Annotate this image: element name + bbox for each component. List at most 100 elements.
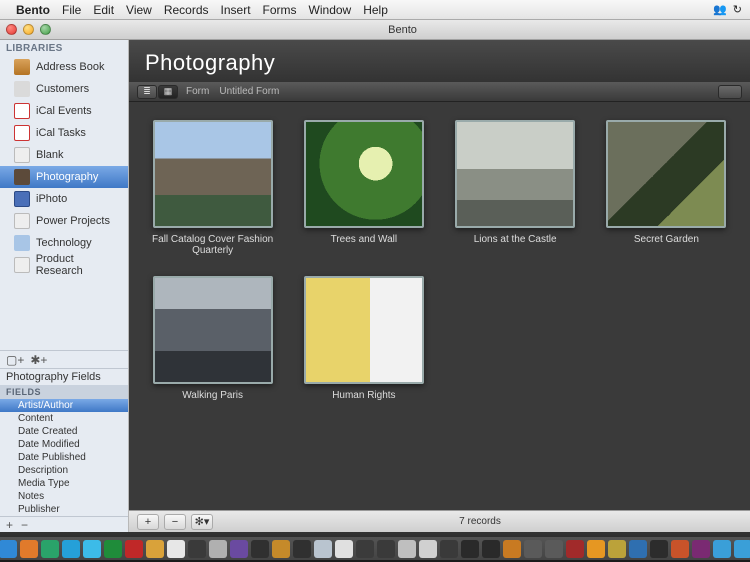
window-titlebar[interactable]: Bento — [0, 20, 750, 40]
fields-panel-title[interactable]: Photography Fields — [0, 368, 128, 385]
dock-app-icon[interactable] — [356, 540, 374, 558]
sidebar-item-iphoto[interactable]: iPhoto — [0, 188, 128, 210]
record-gallery[interactable]: Fall Catalog Cover Fashion QuarterlyTree… — [129, 102, 750, 510]
form-view-button[interactable]: ▦ — [158, 85, 178, 99]
dock-app-icon[interactable] — [524, 540, 542, 558]
dock-app-icon[interactable] — [167, 540, 185, 558]
dock-app-icon[interactable] — [692, 540, 710, 558]
menu-file[interactable]: File — [62, 3, 81, 17]
dock-app-icon[interactable] — [713, 540, 731, 558]
menu-view[interactable]: View — [126, 3, 152, 17]
menu-help[interactable]: Help — [363, 3, 388, 17]
record-thumbnail[interactable] — [304, 276, 424, 384]
field-artist-author[interactable]: Artist/Author — [0, 399, 128, 412]
dock-app-icon[interactable] — [545, 540, 563, 558]
table-view-button[interactable]: ≣ — [137, 85, 157, 99]
dock-app-icon[interactable] — [293, 540, 311, 558]
field-media-type[interactable]: Media Type — [0, 477, 128, 490]
field-description[interactable]: Description — [0, 464, 128, 477]
add-record-button[interactable]: + — [137, 514, 159, 530]
add-smart-collection-button[interactable]: ✱+ — [30, 353, 47, 367]
dock-app-icon[interactable] — [461, 540, 479, 558]
record-card[interactable]: Walking Paris — [139, 276, 286, 426]
dock-app-icon[interactable] — [188, 540, 206, 558]
dock-app-icon[interactable] — [734, 540, 750, 558]
dock-app-icon[interactable] — [0, 540, 17, 558]
dock-app-icon[interactable] — [20, 540, 38, 558]
record-thumbnail[interactable] — [606, 120, 726, 228]
dock-app-icon[interactable] — [587, 540, 605, 558]
dock-app-icon[interactable] — [671, 540, 689, 558]
record-card[interactable]: Human Rights — [290, 276, 437, 426]
dock-app-icon[interactable] — [503, 540, 521, 558]
sidebar-item-label: Address Book — [36, 61, 104, 73]
dock-app-icon[interactable] — [125, 540, 143, 558]
record-thumbnail[interactable] — [153, 276, 273, 384]
record-card[interactable]: Secret Garden — [593, 120, 740, 270]
fast-user-switch-icon[interactable]: 👥 — [713, 3, 727, 16]
dock-app-icon[interactable] — [209, 540, 227, 558]
dock-app-icon[interactable] — [650, 540, 668, 558]
dock-app-icon[interactable] — [377, 540, 395, 558]
sidebar-item-ical-tasks[interactable]: iCal Tasks — [0, 122, 128, 144]
zoom-window-button[interactable] — [40, 24, 51, 35]
record-card[interactable]: Lions at the Castle — [442, 120, 589, 270]
field-content[interactable]: Content — [0, 412, 128, 425]
record-thumbnail[interactable] — [304, 120, 424, 228]
dock-app-icon[interactable] — [566, 540, 584, 558]
field-publisher[interactable]: Publisher — [0, 503, 128, 516]
dock-app-icon[interactable] — [440, 540, 458, 558]
sidebar-item-photography[interactable]: Photography — [0, 166, 128, 188]
menu-bento[interactable]: Bento — [16, 3, 50, 17]
sidebar-item-technology[interactable]: Technology — [0, 232, 128, 254]
add-field-button[interactable]: + — [6, 518, 13, 532]
close-window-button[interactable] — [6, 24, 17, 35]
dock-app-icon[interactable] — [83, 540, 101, 558]
dock-app-icon[interactable] — [62, 540, 80, 558]
record-thumbnail[interactable] — [455, 120, 575, 228]
menu-records[interactable]: Records — [164, 3, 209, 17]
field-date-published[interactable]: Date Published — [0, 451, 128, 464]
sidebar-item-address-book[interactable]: Address Book — [0, 56, 128, 78]
menu-insert[interactable]: Insert — [221, 3, 251, 17]
field-date-modified[interactable]: Date Modified — [0, 438, 128, 451]
dock-app-icon[interactable] — [608, 540, 626, 558]
remove-field-button[interactable]: − — [21, 518, 28, 532]
sidebar-item-customers[interactable]: Customers — [0, 78, 128, 100]
sidebar-item-ical-events[interactable]: iCal Events — [0, 100, 128, 122]
dock-app-icon[interactable] — [230, 540, 248, 558]
sidebar-item-power-projects[interactable]: Power Projects — [0, 210, 128, 232]
dock-app-icon[interactable] — [251, 540, 269, 558]
dock-app-icon[interactable] — [146, 540, 164, 558]
menu-edit[interactable]: Edit — [93, 3, 114, 17]
delete-record-button[interactable]: − — [164, 514, 186, 530]
minimize-window-button[interactable] — [23, 24, 34, 35]
record-thumbnail[interactable] — [153, 120, 273, 228]
dock-app-icon[interactable] — [314, 540, 332, 558]
sidebar-item-product-research[interactable]: Product Research — [0, 254, 128, 276]
dock-app-icon[interactable] — [335, 540, 353, 558]
dock-app-icon[interactable] — [41, 540, 59, 558]
sidebar-item-label: Product Research — [36, 253, 122, 277]
dock-app-icon[interactable] — [272, 540, 290, 558]
menu-window[interactable]: Window — [309, 3, 352, 17]
dock-app-icon[interactable] — [419, 540, 437, 558]
add-library-button[interactable]: ▢+ — [6, 353, 24, 367]
action-menu-button[interactable]: ✻▾ — [191, 514, 213, 530]
field-notes[interactable]: Notes — [0, 490, 128, 503]
dock-app-icon[interactable] — [104, 540, 122, 558]
dock-app-icon[interactable] — [482, 540, 500, 558]
sidebar-item-label: iPhoto — [36, 193, 67, 205]
record-card[interactable]: Trees and Wall — [290, 120, 437, 270]
sync-status-icon[interactable]: ↻ — [733, 3, 742, 16]
sidebar-item-label: Customers — [36, 83, 89, 95]
field-date-created[interactable]: Date Created — [0, 425, 128, 438]
dock-app-icon[interactable] — [629, 540, 647, 558]
menu-forms[interactable]: Forms — [263, 3, 297, 17]
breadcrumb-untitled[interactable]: Untitled Form — [219, 86, 279, 97]
media-button[interactable] — [718, 85, 742, 99]
record-card[interactable]: Fall Catalog Cover Fashion Quarterly — [139, 120, 286, 270]
dock-app-icon[interactable] — [398, 540, 416, 558]
sidebar-item-blank[interactable]: Blank — [0, 144, 128, 166]
breadcrumb-form[interactable]: Form — [186, 86, 209, 97]
